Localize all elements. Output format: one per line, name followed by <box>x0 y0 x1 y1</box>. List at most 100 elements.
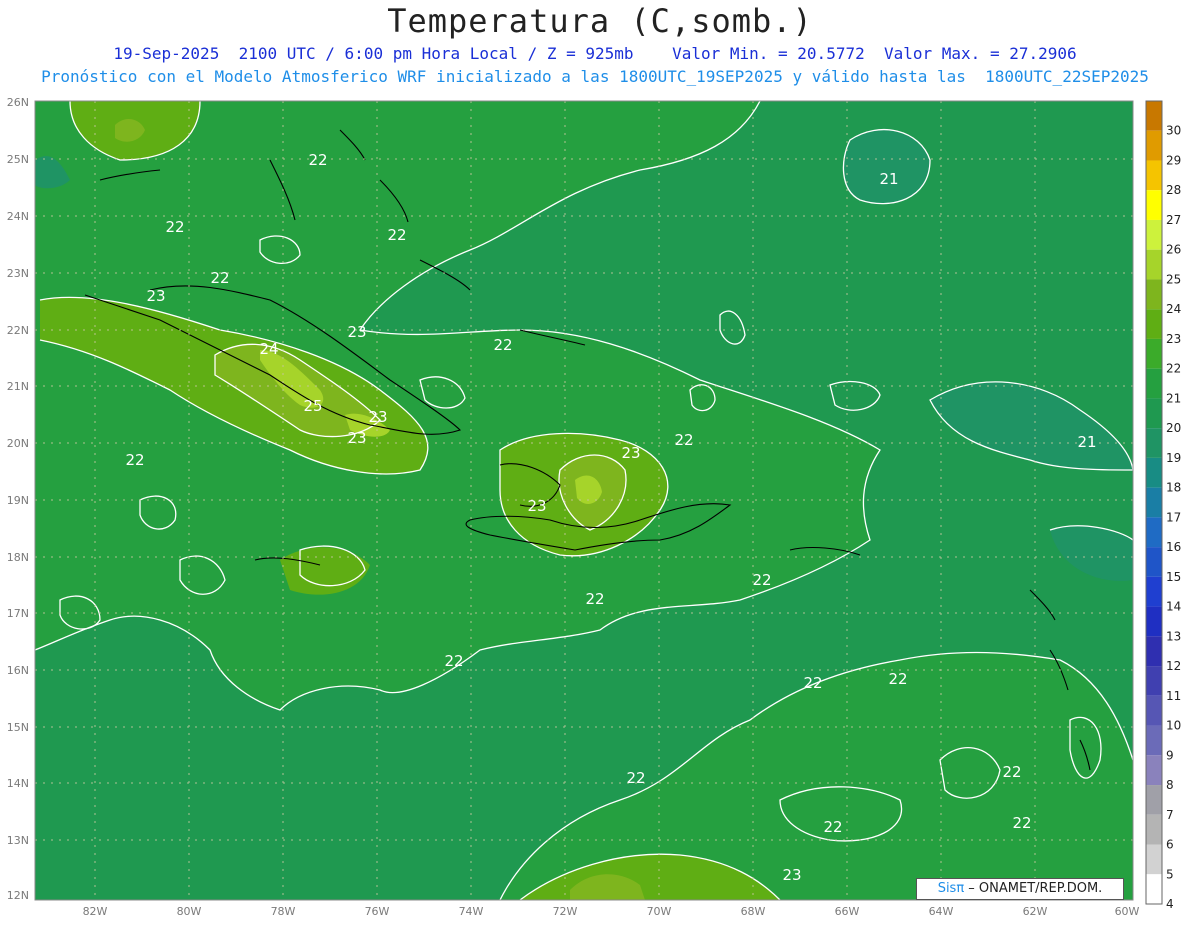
contour-label: 23 <box>146 287 165 305</box>
colorbar-label: 16 <box>1166 540 1181 554</box>
contour-label: 22 <box>308 151 327 169</box>
colorbar-swatch <box>1146 428 1162 458</box>
credit-text: – ONAMET/REP.DOM. <box>964 881 1103 896</box>
colorbar-label: 7 <box>1166 808 1174 822</box>
lon-tick-label: 60W <box>1115 905 1140 918</box>
colorbar-swatch <box>1146 368 1162 399</box>
colorbar-swatch <box>1146 338 1162 369</box>
lat-tick-label: 16N <box>7 664 29 677</box>
colorbar-label: 24 <box>1166 302 1181 316</box>
colorbar-swatch <box>1146 874 1162 904</box>
longitude-axis: 82W 80W 78W 76W 74W 72W 70W 68W 66W 64W … <box>83 905 1140 918</box>
lon-tick-label: 70W <box>647 905 672 918</box>
colorbar-swatch <box>1146 160 1162 191</box>
contour-label: 23 <box>347 323 366 341</box>
colorbar-label: 12 <box>1166 659 1181 673</box>
colorbar-label: 26 <box>1166 243 1181 257</box>
contour-label: 22 <box>165 218 184 236</box>
colorbar-label: 10 <box>1166 719 1181 733</box>
latitude-axis: 26N 25N 24N 23N 22N 21N 20N 19N 18N 17N … <box>7 96 29 902</box>
colorbar-label: 19 <box>1166 451 1181 465</box>
lon-tick-label: 78W <box>271 905 296 918</box>
lon-tick-label: 74W <box>459 905 484 918</box>
contour-label: 22 <box>823 818 842 836</box>
colorbar-label: 17 <box>1166 510 1181 524</box>
colorbar-label: 29 <box>1166 153 1181 167</box>
contour-label: 23 <box>527 497 546 515</box>
contour-label: 23 <box>782 866 801 884</box>
lat-tick-label: 17N <box>7 607 29 620</box>
colorbar-swatch <box>1146 398 1162 429</box>
lat-tick-label: 22N <box>7 324 29 337</box>
lat-tick-label: 18N <box>7 551 29 564</box>
colorbar-label: 22 <box>1166 362 1181 376</box>
contour-label: 23 <box>621 444 640 462</box>
lat-tick-label: 25N <box>7 153 29 166</box>
colorbar-label: 4 <box>1166 897 1174 911</box>
colorbar: 30 29 28 27 26 25 24 23 22 21 20 19 18 17 16 15 14 13 12 11… <box>1145 100 1181 911</box>
colorbar-swatch <box>1146 666 1162 696</box>
contour-label: 22 <box>626 769 645 787</box>
contour-label: 22 <box>493 336 512 354</box>
colorbar-label: 25 <box>1166 272 1181 286</box>
lon-tick-label: 62W <box>1023 905 1048 918</box>
colorbar-swatch <box>1146 279 1162 310</box>
contour-label: 23 <box>368 408 387 426</box>
colorbar-swatch <box>1146 725 1162 756</box>
lat-tick-label: 13N <box>7 834 29 847</box>
colorbar-label: 20 <box>1166 421 1181 435</box>
contour-label: 22 <box>210 269 229 287</box>
colorbar-label: 28 <box>1166 183 1181 197</box>
contour-label: 21 <box>1077 433 1096 451</box>
colorbar-swatch <box>1146 755 1162 786</box>
lon-tick-label: 72W <box>553 905 578 918</box>
colorbar-swatch <box>1146 487 1162 518</box>
contour-label: 22 <box>674 431 693 449</box>
lat-tick-label: 26N <box>7 96 29 109</box>
colorbar-swatch <box>1146 844 1162 875</box>
colorbar-swatch <box>1146 785 1162 815</box>
colorbar-swatch <box>1146 695 1162 726</box>
lat-tick-label: 24N <box>7 210 29 223</box>
temperature-map: 22 22 22 22 23 23 24 22 25 23 23 22 22 23 23 21 21 22 22 22… <box>7 96 1182 918</box>
colorbar-label: 11 <box>1166 689 1181 703</box>
colorbar-label: 30 <box>1166 124 1181 138</box>
lon-tick-label: 66W <box>835 905 860 918</box>
colorbar-swatch <box>1146 101 1162 131</box>
lon-tick-label: 76W <box>365 905 390 918</box>
colorbar-swatch <box>1146 190 1162 220</box>
lon-tick-label: 80W <box>177 905 202 918</box>
colorbar-swatch <box>1146 547 1162 577</box>
contour-label: 22 <box>1012 814 1031 832</box>
lat-tick-label: 14N <box>7 777 29 790</box>
contour-label: 21 <box>879 170 898 188</box>
colorbar-swatch <box>1146 636 1162 667</box>
colorbar-label: 13 <box>1166 629 1181 643</box>
contour-label: 22 <box>888 670 907 688</box>
colorbar-swatch <box>1146 457 1162 488</box>
colorbar-label: 6 <box>1166 838 1174 852</box>
colorbar-label: 5 <box>1166 867 1174 881</box>
lon-tick-label: 68W <box>741 905 766 918</box>
contour-label: 24 <box>259 340 278 358</box>
lat-tick-label: 21N <box>7 380 29 393</box>
contour-label: 22 <box>125 451 144 469</box>
colorbar-label: 8 <box>1166 778 1174 792</box>
lat-tick-label: 23N <box>7 267 29 280</box>
colorbar-label: 14 <box>1166 600 1181 614</box>
lat-tick-label: 12N <box>7 889 29 902</box>
lat-tick-label: 19N <box>7 494 29 507</box>
colorbar-label: 21 <box>1166 391 1181 405</box>
colorbar-label: 9 <box>1166 748 1174 762</box>
colorbar-label: 23 <box>1166 332 1181 346</box>
credit-brand: Sisπ <box>937 881 965 896</box>
credit-box: Sisπ – ONAMET/REP.DOM. <box>916 878 1124 900</box>
colorbar-swatch <box>1146 309 1162 339</box>
contour-label: 25 <box>303 397 322 415</box>
lon-tick-label: 82W <box>83 905 108 918</box>
colorbar-swatch <box>1146 130 1162 161</box>
colorbar-label: 15 <box>1166 570 1181 584</box>
colorbar-swatch <box>1146 517 1162 548</box>
contour-label: 22 <box>803 674 822 692</box>
contour-label: 22 <box>752 571 771 589</box>
